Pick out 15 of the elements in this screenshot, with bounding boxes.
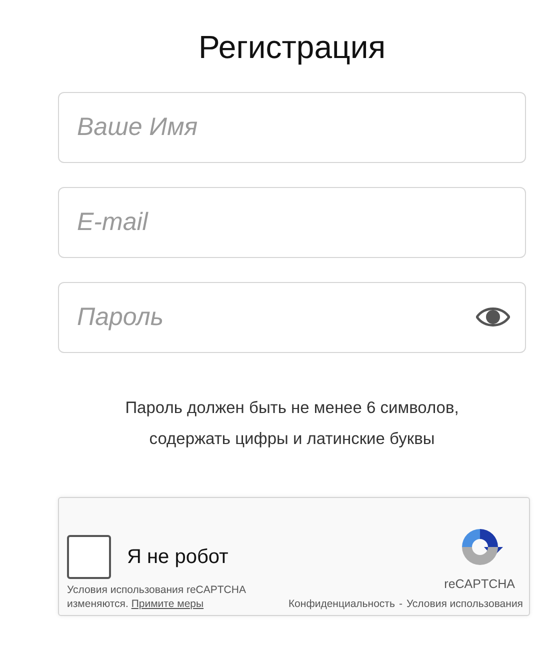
checkbox-label: Я не робот bbox=[127, 545, 228, 570]
hint-text: содержать цифры и латинские буквы bbox=[148, 429, 436, 450]
brand-text: reCAPTCHA bbox=[444, 576, 515, 593]
notice-link[interactable]: Примите меры bbox=[131, 598, 204, 610]
hint-text: Пароль должен быть не менее 6 символов, bbox=[124, 398, 460, 420]
notice-text: Условия использования reCAPTCHA изменяются. Примите меры bbox=[67, 583, 247, 612]
input-field[interactable]: E-mail bbox=[58, 187, 526, 258]
password-field[interactable]: Пароль bbox=[58, 282, 526, 354]
checkbox[interactable] bbox=[67, 535, 111, 580]
eye-icon[interactable] bbox=[476, 306, 510, 328]
separator-text: - bbox=[398, 597, 402, 612]
privacy-link[interactable]: Конфиденциальность bbox=[288, 597, 395, 612]
page-title: Регистрация bbox=[197, 28, 387, 66]
input-field[interactable]: Ваше Имя bbox=[58, 92, 526, 164]
privacy-link[interactable]: Условия использования bbox=[406, 597, 523, 612]
